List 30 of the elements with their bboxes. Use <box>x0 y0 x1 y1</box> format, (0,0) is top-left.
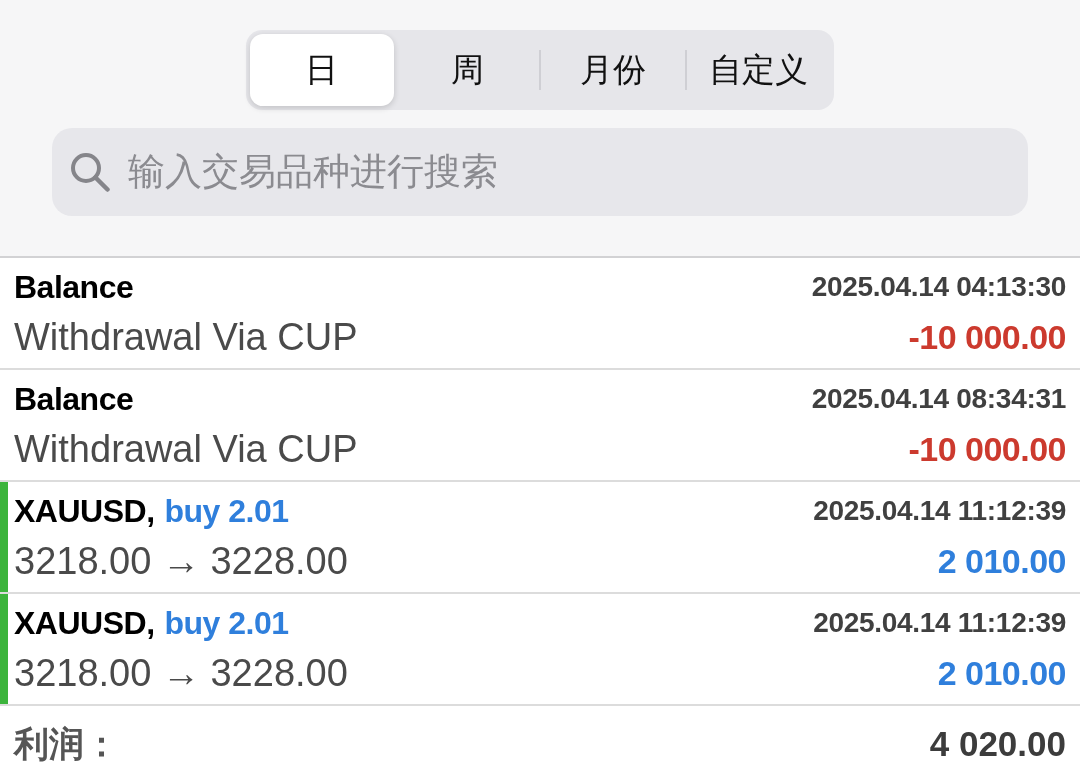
history-row[interactable]: XAUUSD, buy 2.01 2025.04.14 11:12:39 3218.00 → 3228.00 2 010.00 <box>0 482 1080 594</box>
amount-text: 2 010.00 <box>937 652 1066 694</box>
history-row[interactable]: Balance 2025.04.14 08:34:31 Withdrawal Via CUP -10 000.00 <box>0 370 1080 482</box>
price-range-text: 3218.00 → 3228.00 <box>14 538 348 584</box>
period-tab[interactable]: 月份 <box>541 34 685 106</box>
symbol-label: XAUUSD, <box>14 604 155 643</box>
period-tab[interactable]: 周 <box>395 34 539 106</box>
amount-text: 2 010.00 <box>937 540 1066 582</box>
symbol-label: XAUUSD, <box>14 492 155 531</box>
timestamp-text: 2025.04.14 11:12:39 <box>813 494 1066 528</box>
period-tab[interactable]: 自定义 <box>686 34 830 106</box>
profit-value: 4 020.00 <box>929 723 1066 766</box>
amount-text: -10 000.00 <box>908 428 1066 470</box>
order-label: buy 2.01 <box>164 604 289 643</box>
period-tab[interactable]: 日 <box>250 34 394 106</box>
timestamp-text: 2025.04.14 04:13:30 <box>811 270 1066 304</box>
amount-text: -10 000.00 <box>908 316 1066 358</box>
comment-text: Withdrawal Via CUP <box>14 426 358 472</box>
timestamp-text: 2025.04.14 11:12:39 <box>813 606 1066 640</box>
price-range-text: 3218.00 → 3228.00 <box>14 650 348 696</box>
history-row[interactable]: Balance 2025.04.14 04:13:30 Withdrawal Via CUP -10 000.00 <box>0 258 1080 370</box>
search-icon <box>70 152 110 192</box>
operation-type-label: Balance <box>14 268 134 307</box>
history-row[interactable]: XAUUSD, buy 2.01 2025.04.14 11:12:39 3218.00 → 3228.00 2 010.00 <box>0 594 1080 706</box>
search-field[interactable]: 输入交易品种进行搜索 <box>52 128 1028 216</box>
comment-text: Withdrawal Via CUP <box>14 314 358 360</box>
profit-label: 利润： <box>14 723 119 766</box>
operation-type-label: Balance <box>14 380 134 419</box>
order-label: buy 2.01 <box>164 492 289 531</box>
timestamp-text: 2025.04.14 08:34:31 <box>811 382 1066 416</box>
